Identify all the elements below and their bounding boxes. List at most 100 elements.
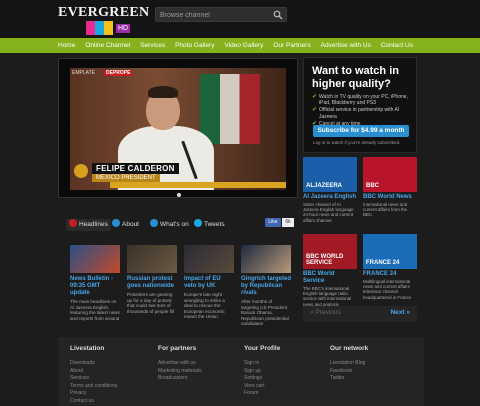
channel-card[interactable]: BBC BBC World News International news and … [363, 157, 417, 230]
tab-about[interactable]: About [112, 219, 139, 231]
footer-link[interactable]: Sign up [244, 368, 280, 376]
channel-thumbnail[interactable]: ALJAZEERA [303, 157, 357, 192]
search-icon[interactable] [273, 10, 283, 20]
logo[interactable]: EVERGREEN HD [58, 5, 149, 35]
slide-indicator[interactable] [177, 193, 181, 197]
footer-link[interactable]: Broadcasters [158, 375, 202, 383]
logo-mark-block [95, 21, 104, 35]
footer-column: Your Profile Sign in Sign up Settings View c… [244, 345, 280, 398]
news-item[interactable]: News Bulletin - 09:35 GMT update The main… [70, 245, 120, 325]
channel-thumbnail-label: BBC WORLD SERVICE [306, 254, 344, 266]
channel-thumbnail[interactable]: BBC WORLD SERVICE [303, 234, 357, 269]
footer-heading: Our network [330, 345, 369, 352]
news-thumbnail[interactable] [127, 245, 177, 273]
content-tabs: Headlines About What's on Tweets [66, 217, 296, 235]
facebook-like-count: 6k [282, 218, 294, 227]
main-nav: Home Online Channel Services Photo Gallery V… [0, 38, 480, 53]
nav-item-video-gallery[interactable]: Video Gallery [224, 38, 268, 53]
nav-item-our-partners[interactable]: Our Partners [273, 38, 315, 53]
footer-column: Our network Livestation Blog Facebook Twitt… [330, 345, 368, 383]
channel-thumbnail-label: ALJAZEERA [306, 183, 343, 189]
channel-card[interactable]: BBC WORLD SERVICE BBC World Service The BB… [303, 234, 357, 307]
nav-item-advertise-with-us[interactable]: Advertise with Us [321, 38, 376, 53]
news-item[interactable]: Impact of EU veto by UK Europe's late nig… [184, 245, 234, 325]
channel-description: The BBC's international English-language… [303, 286, 352, 307]
channel-card[interactable]: FRANCE 24 FRANCE 24 Multilingual internati… [363, 234, 417, 307]
tab-headlines[interactable]: Headlines [66, 219, 111, 231]
live-tag: DEPROPE [104, 70, 133, 76]
news-thumbnail[interactable] [70, 245, 120, 273]
channel-pager: « Previous Next » [303, 306, 417, 322]
channel-title[interactable]: Al Jazeera English [303, 194, 357, 201]
footer-column: Livestation Downloads About Services Terms a… [70, 345, 117, 405]
next-button[interactable]: Next » [390, 309, 410, 316]
footer-link[interactable]: About [70, 368, 117, 376]
promo-login-note[interactable]: Log in to watch if you're already subscr… [313, 140, 400, 145]
channel-title[interactable]: BBC World Service [303, 271, 357, 285]
nav-item-home[interactable]: Home [58, 38, 80, 53]
promo-features: ✔ Watch in TV quality on your PC, iPhone,… [312, 94, 416, 128]
tab-icon [112, 219, 120, 227]
tab-tweets[interactable]: Tweets [194, 219, 225, 231]
footer-link[interactable]: Privacy [70, 390, 117, 398]
news-description: The main headlines on Al Jazeera English… [70, 299, 120, 321]
tab-label: What's on [160, 221, 189, 228]
logo-mark-block [104, 21, 113, 35]
check-icon: ✔ [312, 94, 318, 100]
nav-item-photo-gallery[interactable]: Photo Gallery [175, 38, 219, 53]
footer-link[interactable]: Facebook [330, 368, 368, 376]
subscribe-button[interactable]: Subscribe for $4.99 a month [313, 125, 409, 137]
news-description: Europe's late night wrangling to strike … [184, 292, 225, 319]
previous-button[interactable]: « Previous [310, 309, 341, 316]
news-thumbnail[interactable] [241, 245, 291, 273]
channel-title[interactable]: BBC World News [363, 194, 417, 201]
footer-link[interactable]: Marketing materials [158, 368, 202, 376]
footer-link[interactable]: Forum [244, 390, 280, 398]
news-title[interactable]: Impact of EU veto by UK [184, 276, 234, 290]
footer-heading: For partners [158, 345, 197, 352]
news-item[interactable]: Gingrich targeted by Republican rivals Af… [241, 245, 291, 326]
news-title[interactable]: Gingrich targeted by Republican rivals [241, 276, 291, 297]
footer-link[interactable]: Advertise with us [158, 360, 202, 368]
tab-what-s-on[interactable]: What's on [150, 219, 189, 231]
footer-link[interactable]: Terms and conditions [70, 383, 117, 391]
tab-label: Tweets [204, 221, 225, 228]
channel-title[interactable]: FRANCE 24 [363, 271, 417, 278]
footer-link[interactable]: Sign in [244, 360, 280, 368]
news-description: Protesters are gearing up for a day of p… [127, 292, 174, 314]
channel-description: Multilingual international news and curr… [363, 279, 412, 300]
tab-label: Headlines [79, 221, 108, 228]
lower-third-title: MEXICO PRESIDENT [92, 174, 160, 182]
channel-thumbnail[interactable]: FRANCE 24 [363, 234, 417, 269]
news-title[interactable]: Russian protest goes nationwide [127, 276, 177, 290]
footer-link[interactable]: Livestation Blog [330, 360, 368, 368]
footer-link[interactable]: Downloads [70, 360, 117, 368]
facebook-like-button[interactable]: Like [265, 218, 281, 227]
news-thumbnail[interactable] [184, 245, 234, 273]
news-title[interactable]: News Bulletin - 09:35 GMT update [70, 276, 120, 297]
nav-items: Home Online Channel Services Photo Gallery V… [58, 38, 423, 53]
footer-heading: Your Profile [244, 345, 281, 352]
channel-card[interactable]: ALJAZEERA Al Jazeera English Sister channe… [303, 157, 357, 230]
footer-link[interactable]: Contact us [70, 398, 117, 406]
news-description: After months of targeting US President B… [241, 299, 289, 326]
presenter-hair [148, 86, 178, 98]
nav-item-contact-us[interactable]: Contact Us [381, 38, 418, 53]
lower-third-name: FELIPE CALDERON [92, 163, 179, 174]
footer-link[interactable]: Settings [244, 375, 280, 383]
nav-item-online-channel[interactable]: Online Channel [85, 38, 135, 53]
check-icon: ✔ [312, 107, 318, 114]
promo-feature-text: Watch in TV quality on your PC, iPhone, … [319, 94, 408, 107]
channel-description: Sister channel of Al Jazeera English lan… [303, 202, 354, 223]
footer-link[interactable]: Twitter [330, 375, 368, 383]
footer-link[interactable]: View cart [244, 383, 280, 391]
video-player[interactable]: EMPLATE DEPROPE FELIPE CALDERON MEXICO P… [58, 58, 298, 198]
video-frame[interactable]: EMPLATE DEPROPE FELIPE CALDERON MEXICO P… [70, 68, 286, 190]
news-list: News Bulletin - 09:35 GMT update The main… [70, 245, 296, 326]
channel-thumbnail[interactable]: BBC [363, 157, 417, 192]
footer-link[interactable]: Services [70, 375, 117, 383]
channel-thumbnail-label: BBC [366, 183, 379, 189]
search-input[interactable] [160, 10, 270, 21]
news-item[interactable]: Russian protest goes nationwide Protester… [127, 245, 177, 325]
nav-item-services[interactable]: Services [140, 38, 170, 53]
